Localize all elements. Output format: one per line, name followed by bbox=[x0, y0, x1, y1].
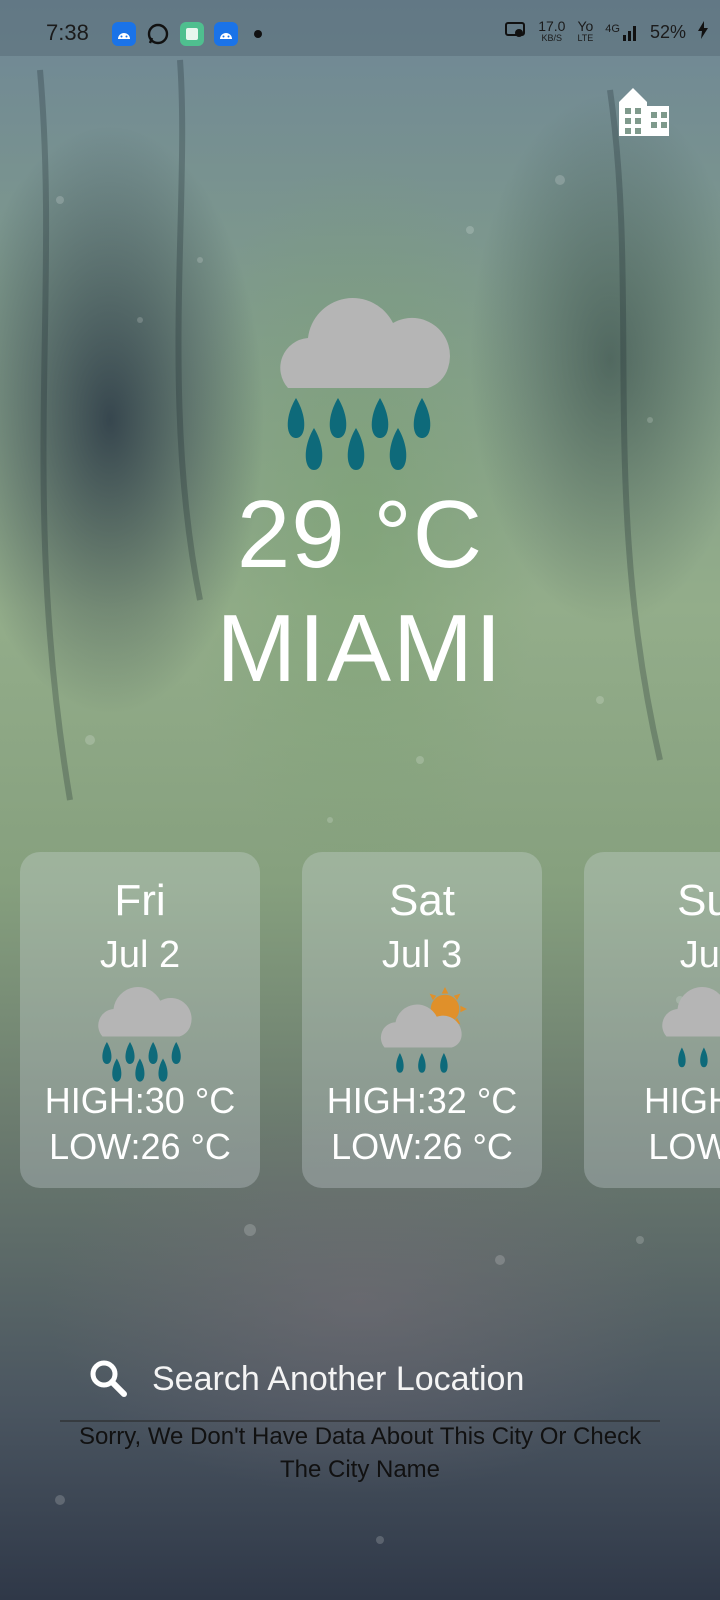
status-time: 7:38 bbox=[46, 20, 89, 45]
data-saver-icon bbox=[504, 21, 526, 44]
rain-cloud-icon bbox=[650, 976, 720, 1086]
rain-cloud-icon bbox=[86, 976, 196, 1086]
network-speed-value: 17.0 bbox=[538, 18, 566, 34]
forecast-date: Jul bbox=[679, 934, 720, 976]
current-temperature: 29 °C bbox=[236, 481, 484, 588]
android-app-icon bbox=[112, 22, 136, 46]
error-message: Sorry, We Don't Have Data About This Cit… bbox=[78, 1423, 642, 1483]
charging-icon bbox=[698, 20, 708, 44]
forecast-day: Su bbox=[677, 876, 720, 925]
forecast-high: HIGH:32 °C bbox=[326, 1080, 518, 1121]
forecast-day: Fri bbox=[114, 876, 166, 925]
battery-level: 52% bbox=[649, 21, 686, 42]
more-notifications-dot bbox=[254, 30, 262, 38]
notification-icons bbox=[112, 22, 262, 46]
forecast-date: Jul 3 bbox=[381, 934, 463, 976]
android-app-icon bbox=[214, 22, 238, 46]
city-name: MIAMI bbox=[216, 595, 504, 702]
network-speed-unit: KB/S bbox=[541, 33, 563, 43]
forecast-low: LOW:26 °C bbox=[331, 1126, 513, 1167]
forecast-low: LOW:26 °C bbox=[49, 1126, 231, 1167]
search-bar[interactable] bbox=[60, 1340, 660, 1422]
volte-indicator: Yo LTE bbox=[577, 18, 594, 44]
forecast-card[interactable]: Sat Jul 3 HIGH:32 °C LOW:26 °C bbox=[302, 852, 542, 1188]
whatsapp-icon bbox=[146, 22, 170, 46]
signal-icon: 4G bbox=[605, 23, 638, 41]
status-bar: 7:38 17.0 KB/S Yo LTE 4G 52% bbox=[0, 0, 720, 56]
forecast-low: LOW:2 bbox=[648, 1126, 720, 1167]
status-right-group: 17.0 KB/S Yo LTE 4G 52% bbox=[504, 18, 708, 44]
search-input[interactable] bbox=[150, 1352, 654, 1406]
forecast-high: HIGH:30 °C bbox=[44, 1080, 236, 1121]
search-icon[interactable] bbox=[88, 1358, 128, 1398]
volte-label-top: Yo bbox=[577, 18, 594, 34]
forecast-card[interactable]: Su Jul HIGH:3 LOW:2 bbox=[584, 852, 720, 1188]
forecast-card[interactable]: Fri Jul 2 HIGH:30 °C LOW:26 °C bbox=[20, 852, 260, 1188]
forecast-day: Sat bbox=[388, 876, 456, 925]
network-speed: 17.0 KB/S bbox=[538, 18, 566, 44]
city-icon[interactable] bbox=[615, 80, 673, 138]
volte-label-bottom: LTE bbox=[577, 33, 594, 43]
rain-cloud-icon bbox=[258, 278, 458, 478]
forecast-date: Jul 2 bbox=[99, 934, 181, 976]
network-type-label: 4G bbox=[605, 23, 620, 35]
forecast-list[interactable]: Fri Jul 2 HIGH:30 °C LOW:26 °C Sat Jul 3 bbox=[0, 852, 720, 1192]
forecast-high: HIGH:3 bbox=[643, 1080, 720, 1121]
gallery-app-icon bbox=[180, 22, 204, 46]
sun-rain-cloud-icon bbox=[368, 976, 478, 1086]
